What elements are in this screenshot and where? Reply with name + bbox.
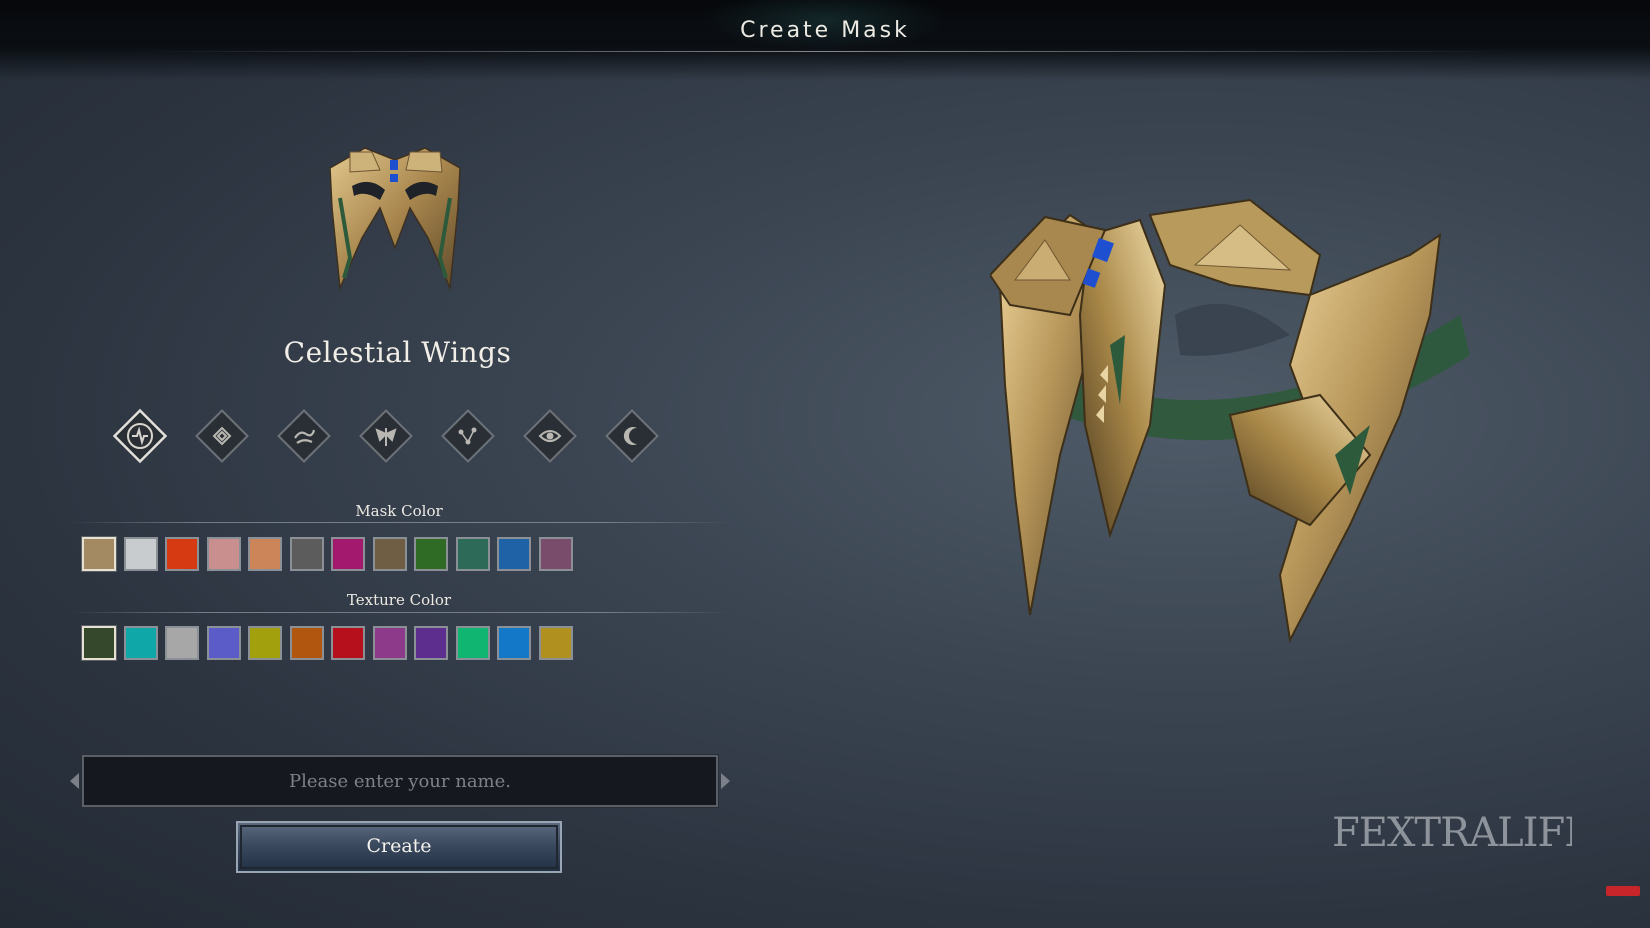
name-input-group [70,754,730,808]
sigil-spark-icon[interactable] [112,408,168,464]
mask-color-swatch[interactable] [248,537,282,571]
mask-color-swatch[interactable] [538,537,573,571]
name-input[interactable] [81,754,719,808]
title-divider [140,51,1510,52]
sigil-moon-icon[interactable] [604,408,660,464]
sigil-constellation-icon[interactable] [440,408,496,464]
texture-color-swatch[interactable] [455,626,490,660]
texture-color-swatch[interactable] [497,626,531,660]
create-button[interactable]: Create [236,821,562,873]
subscribe-badge[interactable] [1606,886,1640,896]
mask-color-swatch[interactable] [414,537,448,571]
mask-name: Celestial Wings [283,336,512,369]
texture-color-label: Texture Color [346,591,452,609]
mask-color-swatch[interactable] [497,537,531,571]
arrow-right-icon[interactable] [721,773,730,789]
top-bar: Create Mask [0,0,1650,80]
mask-color-label: Mask Color [355,502,443,520]
mask-color-swatch[interactable] [206,537,241,571]
mask-color-swatch[interactable] [289,537,324,571]
mask-thumbnail [310,138,480,308]
mask-color-swatch[interactable] [331,537,365,571]
mask-color-swatch[interactable] [165,537,199,571]
texture-color-swatch[interactable] [123,626,158,660]
texture-color-swatch[interactable] [331,626,365,660]
mask-color-swatch[interactable] [123,537,158,571]
mask-3d-preview[interactable] [988,195,1520,685]
texture-color-swatches [82,626,582,660]
texture-color-swatch[interactable] [289,626,324,660]
page-title: Create Mask [740,18,910,43]
texture-color-divider [68,612,730,613]
texture-color-swatch[interactable] [372,626,407,660]
sigil-knot-icon[interactable] [194,408,250,464]
sigil-eye-icon[interactable] [522,408,578,464]
mask-color-swatch[interactable] [82,537,116,571]
mask-color-divider [68,522,730,523]
mask-color-swatches [82,537,582,571]
arrow-left-icon[interactable] [70,773,79,789]
texture-color-swatch[interactable] [165,626,199,660]
fextralife-watermark-logo: FEXTRALIFE [1332,796,1593,866]
texture-color-swatch[interactable] [206,626,241,660]
sigil-selector [112,408,692,464]
texture-color-swatch[interactable] [414,626,448,660]
sigil-wings-icon[interactable] [358,408,414,464]
texture-color-swatch[interactable] [538,626,573,660]
mask-color-swatch[interactable] [372,537,407,571]
texture-color-swatch[interactable] [248,626,282,660]
texture-color-swatch[interactable] [82,626,116,660]
mask-color-swatch[interactable] [455,537,490,571]
svg-text:FEXTRALIFE: FEXTRALIFE [1332,810,1572,856]
sigil-wave-icon[interactable] [276,408,332,464]
